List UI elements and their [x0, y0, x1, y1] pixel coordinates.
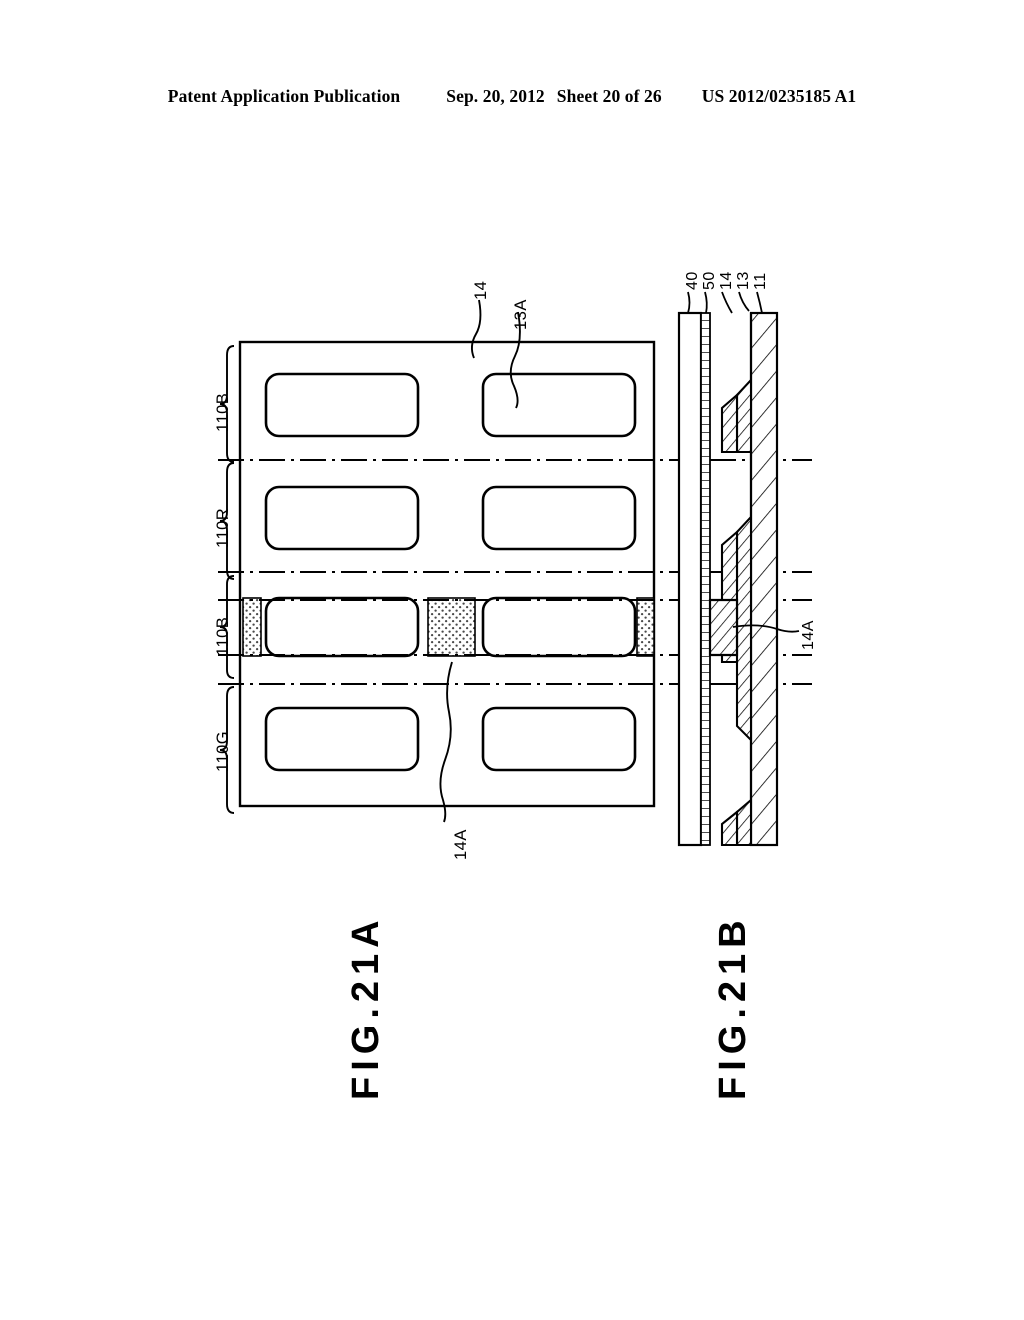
layer-label-40: 40: [684, 271, 701, 290]
layer-40: [677, 311, 703, 847]
layer-leader-lines: [687, 291, 763, 314]
figure-caption-21a: FIG.21A: [345, 914, 387, 1100]
layer-label-11: 11: [752, 272, 769, 290]
region-14A-section: [708, 598, 739, 657]
layer-13-14-stack: [708, 313, 753, 847]
layer-label-50: 50: [701, 271, 718, 290]
layer-50: [700, 312, 711, 846]
layer-label-13: 13: [735, 271, 752, 290]
layer-11-substrate: [749, 311, 779, 847]
fig-21b-drawing: [677, 291, 800, 847]
figure-caption-21b: FIG.21B: [712, 914, 754, 1100]
layer-label-14: 14: [718, 271, 735, 290]
patent-sheet: Patent Application Publication Sep. 20, …: [0, 0, 1024, 1320]
callout-label-14A-section: 14A: [800, 620, 817, 650]
